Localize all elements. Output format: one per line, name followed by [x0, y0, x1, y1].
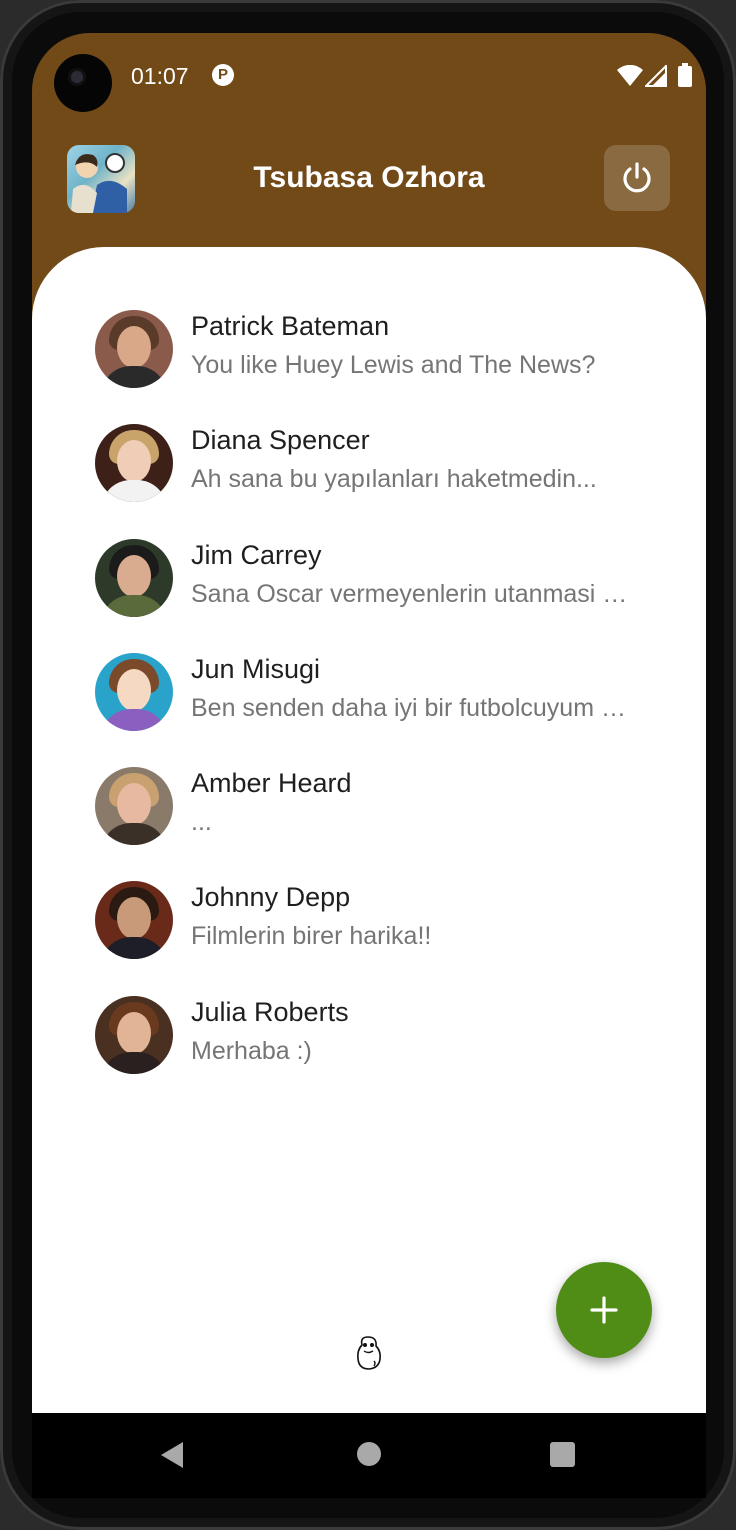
chat-preview: Ah sana bu yapılanları haketmedin... — [191, 465, 597, 494]
chat-item-patrick-bateman[interactable]: Patrick Bateman You like Huey Lewis and … — [95, 307, 655, 421]
chat-preview: Sana Oscar vermeyenlerin utanmasi lazim — [191, 579, 631, 608]
avatar — [95, 538, 173, 617]
chat-preview: You like Huey Lewis and The News? — [191, 351, 596, 379]
power-icon — [623, 162, 651, 193]
app-title: Tsubasa Ozhora — [253, 161, 485, 194]
chat-item-julia-roberts[interactable]: Julia Roberts Merhaba :) — [95, 993, 655, 1107]
signal-icon — [645, 65, 667, 87]
back-icon[interactable] — [159, 1441, 185, 1469]
battery-icon — [678, 63, 692, 87]
app-notification-icon: P — [212, 64, 234, 86]
chat-name: Amber Heard — [191, 768, 352, 799]
wifi-icon — [617, 65, 643, 86]
chat-list-panel: Patrick Bateman You like Huey Lewis and … — [32, 247, 706, 1413]
avatar — [95, 424, 173, 503]
logout-button[interactable] — [604, 145, 670, 211]
chat-item-diana-spencer[interactable]: Diana Spencer Ah sana bu yapılanları hak… — [95, 421, 655, 535]
chat-item-jim-carrey[interactable]: Jim Carrey Sana Oscar vermeyenlerin utan… — [95, 536, 655, 650]
mascot-icon — [357, 1336, 381, 1370]
chat-name: Diana Spencer — [191, 425, 370, 456]
avatar — [95, 652, 173, 731]
chat-item-amber-heard[interactable]: Amber Heard ... — [95, 764, 655, 878]
status-time: 01:07 — [131, 63, 189, 89]
chat-preview: ... — [191, 808, 212, 837]
chat-name: Johnny Depp — [191, 882, 351, 913]
chat-name: Julia Roberts — [191, 996, 349, 1027]
recents-icon[interactable] — [550, 1442, 575, 1467]
home-icon[interactable] — [357, 1442, 381, 1466]
chat-preview: Filmlerin birer harika!! — [191, 922, 432, 951]
app-screen: 01:07 P Tsubasa Ozhora Patrick Bateman Y… — [32, 33, 706, 1413]
system-navigation-bar — [32, 1413, 706, 1498]
avatar — [95, 881, 173, 960]
app-logo[interactable] — [67, 145, 135, 213]
anime-logo-icon — [71, 153, 127, 213]
chat-item-jun-misugi[interactable]: Jun Misugi Ben senden daha iyi bir futbo… — [95, 650, 655, 764]
chat-list: Patrick Bateman You like Huey Lewis and … — [95, 307, 655, 1107]
chat-name: Patrick Bateman — [191, 311, 390, 341]
avatar — [95, 310, 173, 388]
chat-name: Jim Carrey — [191, 539, 322, 570]
avatar — [95, 767, 173, 846]
chat-preview: Merhaba :) — [191, 1036, 312, 1065]
status-bar: 01:07 P — [32, 33, 706, 121]
chat-preview: Ben senden daha iyi bir futbolcuyum asli… — [191, 693, 631, 722]
avatar — [95, 995, 173, 1074]
chat-name: Jun Misugi — [191, 653, 321, 684]
app-bar: Tsubasa Ozhora — [32, 133, 706, 233]
chat-item-johnny-depp[interactable]: Johnny Depp Filmlerin birer harika!! — [95, 878, 655, 992]
new-chat-button[interactable] — [556, 1262, 652, 1358]
plus-icon — [590, 1296, 618, 1324]
front-camera — [54, 54, 112, 112]
